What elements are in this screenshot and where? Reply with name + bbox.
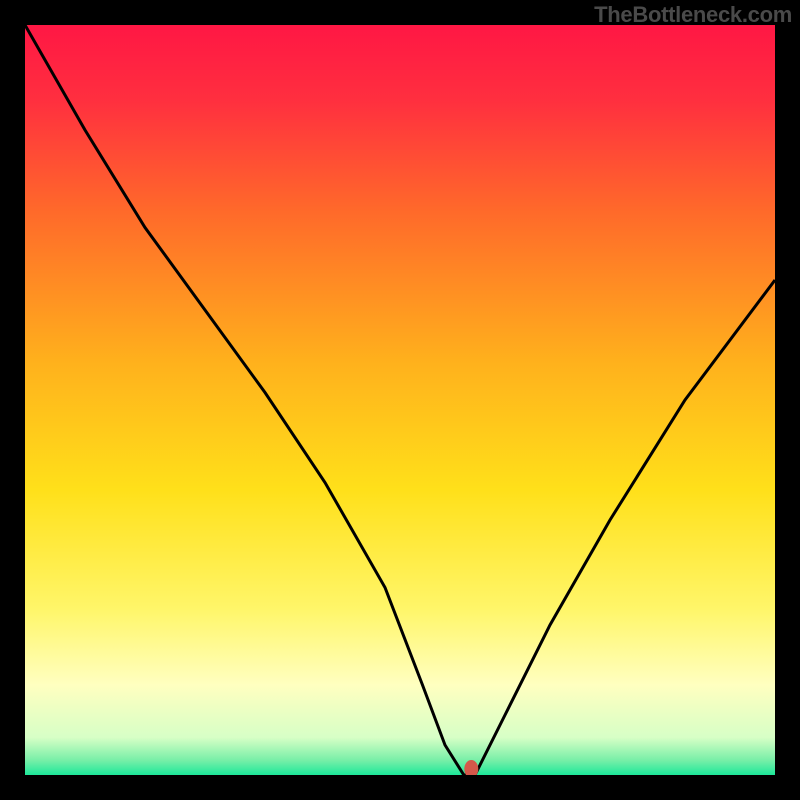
- chart-frame: TheBottleneck.com: [0, 0, 800, 800]
- chart-background-gradient: [25, 25, 775, 775]
- chart-svg: [25, 25, 775, 775]
- chart-plot-area: [25, 25, 775, 775]
